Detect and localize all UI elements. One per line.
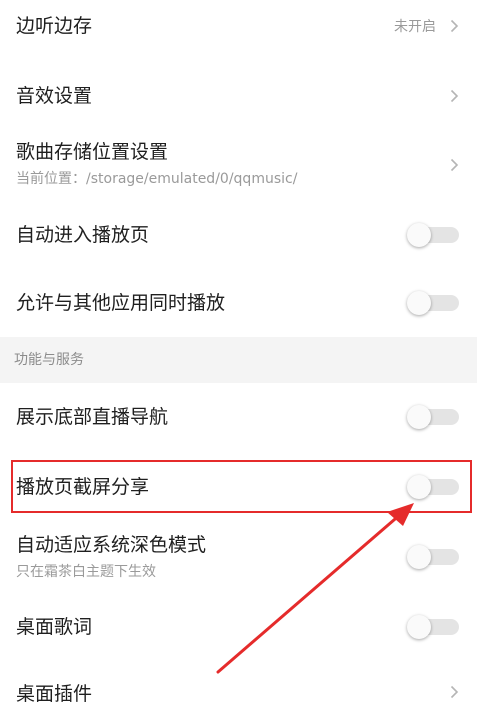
toggle-knob <box>407 405 431 429</box>
setting-title: 自动进入播放页 <box>16 224 150 246</box>
setting-row-sound-effects[interactable]: 音效设置 <box>0 70 477 122</box>
toggle-knob <box>407 223 431 247</box>
chevron-right-icon <box>450 158 459 172</box>
setting-row-live-nav[interactable]: 展示底部直播导航 <box>0 390 477 444</box>
live-nav-toggle[interactable] <box>407 405 459 429</box>
setting-title: 桌面插件 <box>16 683 93 705</box>
setting-row-auto-enter-player[interactable]: 自动进入播放页 <box>0 208 477 262</box>
simultaneous-playback-toggle[interactable] <box>407 291 459 315</box>
toggle-knob <box>407 291 431 315</box>
setting-row-desktop-lyrics[interactable]: 桌面歌词 <box>0 600 477 654</box>
setting-title: 歌曲存储位置设置 <box>16 141 169 163</box>
setting-row-simultaneous-playback[interactable]: 允许与其他应用同时播放 <box>0 276 477 330</box>
auto-enter-player-toggle[interactable] <box>407 223 459 247</box>
setting-subtitle: 当前位置：/storage/emulated/0/qqmusic/ <box>16 171 298 187</box>
setting-subtitle: 只在霜茶白主题下生效 <box>16 564 156 580</box>
highlight-box <box>11 460 472 513</box>
setting-title: 展示底部直播导航 <box>16 406 169 428</box>
setting-title: 允许与其他应用同时播放 <box>16 292 226 314</box>
setting-title: 音效设置 <box>16 85 93 107</box>
setting-value: 未开启 <box>394 19 436 35</box>
toggle-knob <box>407 545 431 569</box>
dark-mode-toggle[interactable] <box>407 545 459 569</box>
setting-title: 边听边存 <box>16 15 93 37</box>
chevron-right-icon <box>450 89 459 103</box>
setting-title: 桌面歌词 <box>16 616 93 638</box>
setting-text-block: 自动适应系统深色模式 只在霜茶白主题下生效 <box>16 533 206 581</box>
desktop-lyrics-toggle[interactable] <box>407 615 459 639</box>
setting-title: 自动适应系统深色模式 <box>16 534 207 556</box>
chevron-right-icon <box>450 685 459 699</box>
setting-row-dark-mode[interactable]: 自动适应系统深色模式 只在霜茶白主题下生效 <box>0 524 477 590</box>
setting-text-block: 歌曲存储位置设置 当前位置：/storage/emulated/0/qqmusi… <box>16 140 297 188</box>
setting-row-listen-and-save[interactable]: 边听边存 未开启 <box>0 0 477 52</box>
toggle-knob <box>407 615 431 639</box>
setting-row-desktop-widget[interactable]: 桌面插件 <box>0 668 477 716</box>
section-header-features: 功能与服务 <box>0 337 477 383</box>
chevron-right-icon <box>450 19 459 33</box>
setting-row-storage-location[interactable]: 歌曲存储位置设置 当前位置：/storage/emulated/0/qqmusi… <box>0 130 477 200</box>
